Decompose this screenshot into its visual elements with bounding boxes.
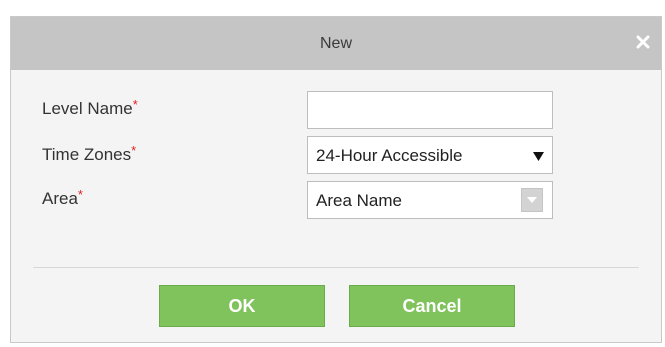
- area-label: Area*: [42, 187, 83, 209]
- new-level-dialog: New Level Name* Time Zones* 24-Hour Acce…: [10, 16, 662, 343]
- required-marker: *: [131, 143, 137, 158]
- dialog-title: New: [319, 35, 352, 52]
- footer-divider: [33, 267, 639, 268]
- time-zones-value: 24-Hour Accessible: [316, 146, 463, 165]
- required-marker: *: [132, 97, 138, 112]
- area-label-text: Area: [42, 189, 78, 208]
- time-zones-select[interactable]: 24-Hour Accessible: [307, 136, 553, 174]
- ok-button[interactable]: OK: [159, 285, 325, 327]
- area-select[interactable]: Area Name: [307, 181, 553, 219]
- required-marker: *: [77, 187, 83, 202]
- close-icon[interactable]: [632, 31, 654, 53]
- dropdown-arrow-icon: [533, 149, 544, 161]
- level-name-label: Level Name*: [42, 97, 138, 119]
- time-zones-label-text: Time Zones: [42, 145, 132, 164]
- chevron-down-icon: [527, 197, 537, 203]
- level-name-label-text: Level Name: [42, 99, 133, 118]
- dialog-titlebar: New: [11, 17, 661, 70]
- area-value: Area Name: [316, 191, 402, 210]
- level-name-input[interactable]: [307, 91, 553, 129]
- cancel-button[interactable]: Cancel: [349, 285, 515, 327]
- time-zones-label: Time Zones*: [42, 143, 137, 165]
- area-dropdown-button[interactable]: [521, 188, 543, 212]
